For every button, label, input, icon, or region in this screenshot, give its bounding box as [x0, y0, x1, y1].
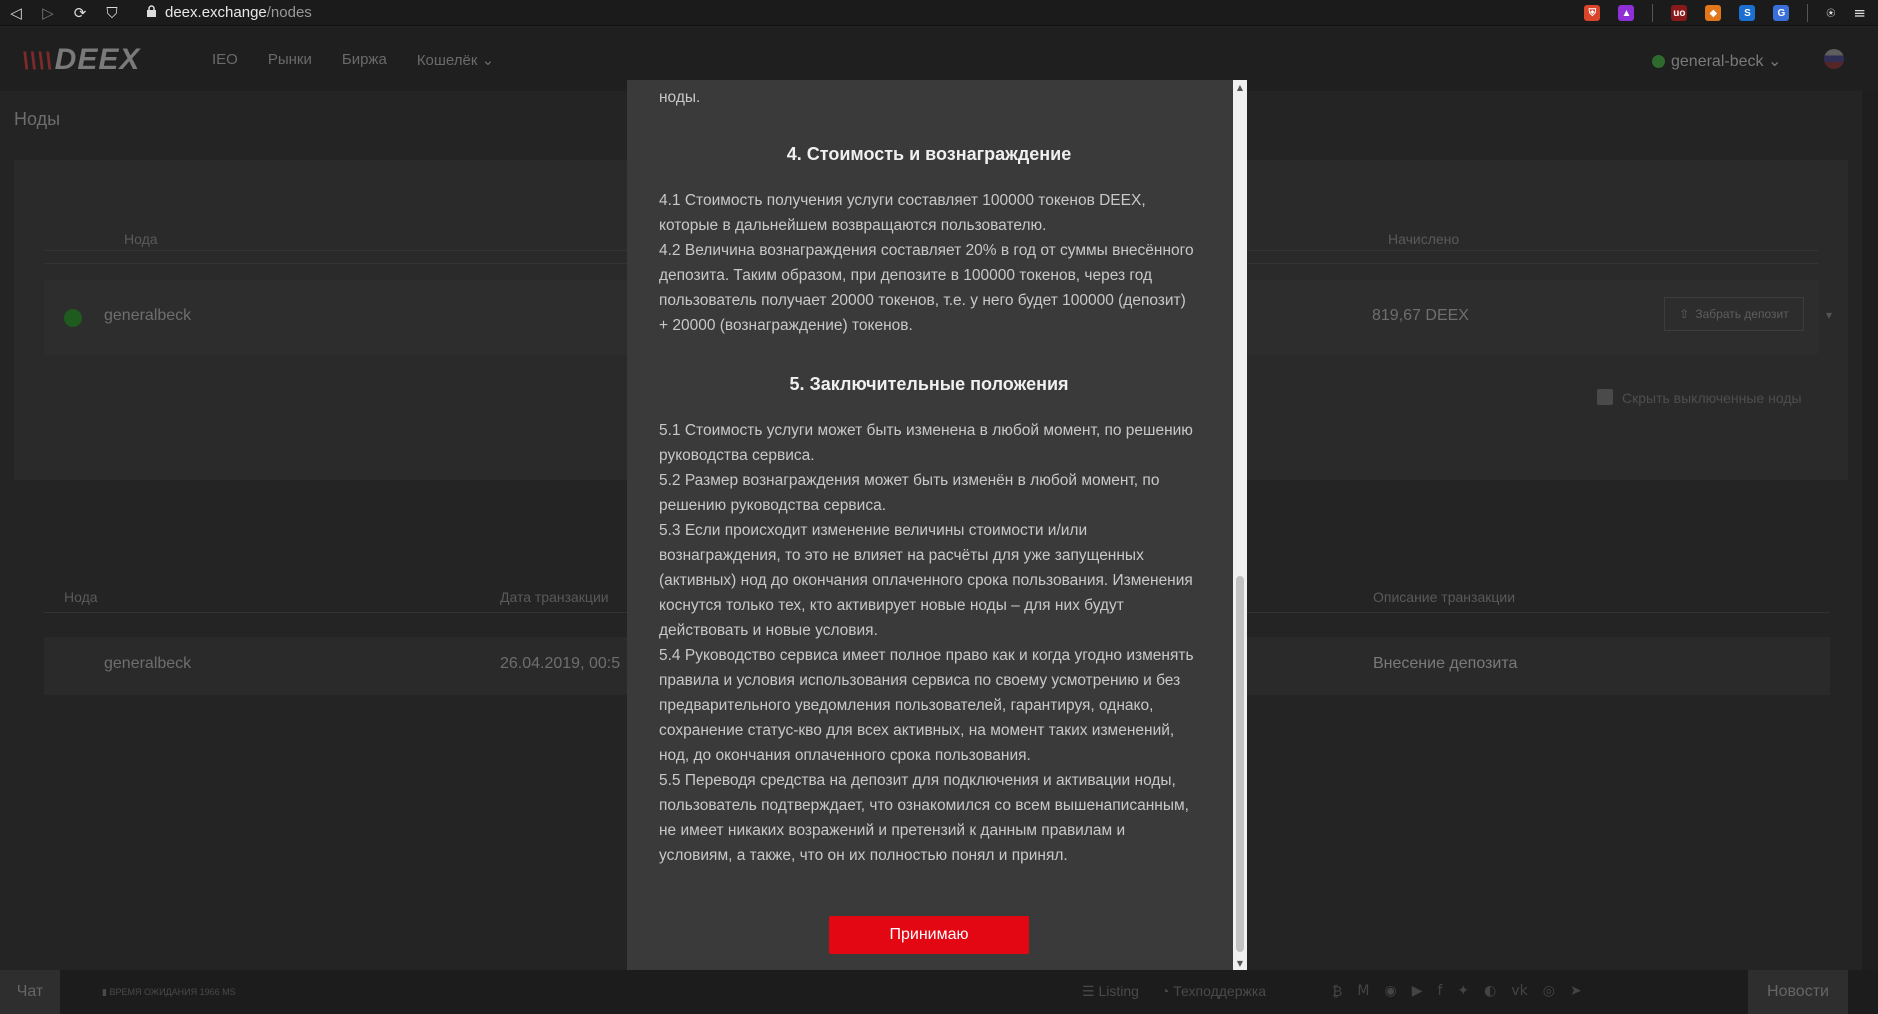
account-menu[interactable]: general-beck ⌄ — [1652, 51, 1781, 71]
toolbar-divider — [1652, 4, 1654, 22]
back-icon[interactable]: ◁ — [0, 0, 32, 26]
headset-icon: ◔ — [1160, 983, 1174, 999]
scroll-up-icon[interactable]: ▲ — [1233, 80, 1247, 94]
nav-markets[interactable]: Рынки — [268, 51, 312, 69]
list-icon: ☰ — [1082, 983, 1099, 999]
scroll-down-icon[interactable]: ▼ — [1233, 956, 1247, 970]
section4-body: 4.1 Стоимость получения услуги составляе… — [659, 188, 1199, 338]
bitcoin-icon[interactable]: ₿ — [1332, 983, 1342, 1000]
section4-paragraph: 4.1 Стоимость получения услуги составляе… — [659, 192, 1146, 234]
ublock-icon[interactable]: uo — [1671, 5, 1688, 21]
s-extension-icon[interactable]: S — [1739, 5, 1756, 21]
col-accrued-header: Начислено — [1388, 231, 1460, 247]
modal-scrollbar[interactable]: ▲ ▼ — [1233, 80, 1247, 970]
section5-paragraph: 5.1 Стоимость услуги может быть изменена… — [659, 422, 1193, 464]
extension-icons: ⛨ ▲ uo ◆ S G ⍟ ≡ — [1584, 0, 1866, 26]
reddit-icon[interactable]: ◉ — [1384, 983, 1396, 1000]
account-name: general-beck ⌄ — [1671, 53, 1782, 70]
account-status-icon — [1652, 54, 1665, 68]
deex-logo[interactable]: \\\\DEEX — [22, 43, 140, 77]
menu-icon[interactable]: ≡ — [1853, 4, 1866, 22]
nav-exchange[interactable]: Биржа — [342, 51, 387, 69]
section5-paragraph: 5.5 Переводя средства на депозит для под… — [659, 772, 1189, 864]
node-accrued: 819,67 DEEX — [1372, 307, 1469, 324]
brave-shield-icon[interactable]: ⛨ — [1584, 5, 1601, 21]
language-flag-icon[interactable] — [1824, 49, 1844, 69]
tx-node-name: generalbeck — [104, 655, 192, 672]
telegram-icon[interactable]: ➤ — [1570, 983, 1582, 1000]
section5-paragraph: 5.4 Руководство сервиса имеет полное пра… — [659, 647, 1194, 764]
address-bar[interactable]: deex.exchange/nodes — [146, 4, 312, 21]
section5-title: 5. Заключительные положения — [789, 374, 1069, 394]
page-scrollbar[interactable] — [1862, 91, 1878, 1014]
medium-icon[interactable]: M — [1357, 983, 1369, 1000]
tx-col-date: Дата транзакции — [500, 589, 609, 605]
facebook-icon[interactable]: f — [1437, 983, 1442, 1000]
news-button[interactable]: Новости — [1748, 970, 1848, 1014]
node-name: generalbeck — [104, 307, 192, 324]
lock-icon — [146, 4, 157, 21]
col-node-header: Нода — [124, 231, 158, 247]
footer-bar: Чат ▮ ВРЕМЯ ОЖИДАНИЯ 1966 MS ☰ Listing ◔… — [0, 970, 1878, 1014]
translate-icon[interactable]: G — [1773, 5, 1790, 21]
listing-link[interactable]: ☰ Listing — [1082, 983, 1139, 1000]
brave-rewards-icon[interactable]: ▲ — [1618, 5, 1635, 21]
chat-button[interactable]: Чат — [0, 970, 60, 1014]
profile-icon[interactable]: ⍟ — [1826, 4, 1835, 22]
youtube-icon[interactable]: ▶ — [1412, 983, 1423, 1000]
scroll-thumb[interactable] — [1236, 576, 1244, 952]
browser-toolbar: ◁ ▷ ⟳ ⛉ deex.exchange/nodes ⛨ ▲ uo ◆ S G… — [0, 0, 1878, 26]
terms-modal: ноды. 4. Стоимость и вознаграждение 4.1 … — [627, 80, 1247, 970]
latency-indicator: ▮ ВРЕМЯ ОЖИДАНИЯ 1966 MS — [102, 987, 236, 997]
twitter-icon[interactable]: ✦ — [1457, 983, 1469, 1000]
terms-top-fragment: ноды. — [659, 89, 701, 106]
forward-icon[interactable]: ▷ — [32, 0, 64, 26]
section4-paragraph: 4.2 Величина вознаграждения составляет 2… — [659, 242, 1194, 334]
reload-icon[interactable]: ⟳ — [64, 0, 96, 26]
tx-description: Внесение депозита — [1373, 655, 1518, 672]
tx-date: 26.04.2019, 00:5 — [500, 655, 621, 672]
social-links: ₿ M ◉ ▶ f ✦ ◐ vk ◎ ➤ — [1332, 983, 1582, 1000]
nav-ieo[interactable]: IEO — [212, 51, 238, 69]
top-nav: IEO Рынки Биржа Кошелёк ⌄ — [212, 51, 494, 69]
metamask-icon[interactable]: ◆ — [1705, 5, 1722, 21]
hide-disabled-label: Скрыть выключенные ноды — [1622, 390, 1802, 406]
node-status-icon — [64, 309, 82, 327]
steemit-icon[interactable]: ◐ — [1484, 983, 1496, 1000]
nav-wallet[interactable]: Кошелёк ⌄ — [417, 51, 494, 69]
url-domain: deex.exchange — [165, 4, 267, 21]
upload-icon: ⇧ — [1679, 307, 1690, 321]
section4-title: 4. Стоимость и вознаграждение — [786, 144, 1072, 164]
accept-button[interactable]: Принимаю — [829, 916, 1029, 954]
tx-col-desc: Описание транзакции — [1373, 589, 1516, 605]
vk-icon[interactable]: vk — [1511, 983, 1527, 1000]
withdraw-deposit-button[interactable]: ⇧ Забрать депозит — [1664, 297, 1804, 331]
logo-mark-icon: \\\\ — [22, 48, 53, 75]
hide-disabled-checkbox[interactable] — [1597, 389, 1613, 405]
url-path: /nodes — [266, 4, 312, 21]
tx-col-node: Нода — [64, 589, 98, 605]
section5-paragraph: 5.3 Если происходит изменение величины с… — [659, 522, 1193, 639]
instagram-icon[interactable]: ◎ — [1543, 983, 1555, 1000]
toolbar-divider — [1807, 4, 1809, 22]
withdraw-deposit-label: Забрать депозит — [1695, 307, 1789, 321]
footer-links: ☰ Listing ◔ Техподдержка — [1082, 983, 1266, 1000]
page-title: Ноды — [14, 109, 61, 129]
chevron-down-icon[interactable]: ▾ — [1826, 308, 1832, 322]
bookmark-icon[interactable]: ⛉ — [96, 0, 128, 26]
section5-body: 5.1 Стоимость услуги может быть изменена… — [659, 418, 1199, 868]
support-link[interactable]: ◔ Техподдержка — [1161, 983, 1266, 1000]
section5-paragraph: 5.2 Размер вознаграждения может быть изм… — [659, 472, 1160, 514]
